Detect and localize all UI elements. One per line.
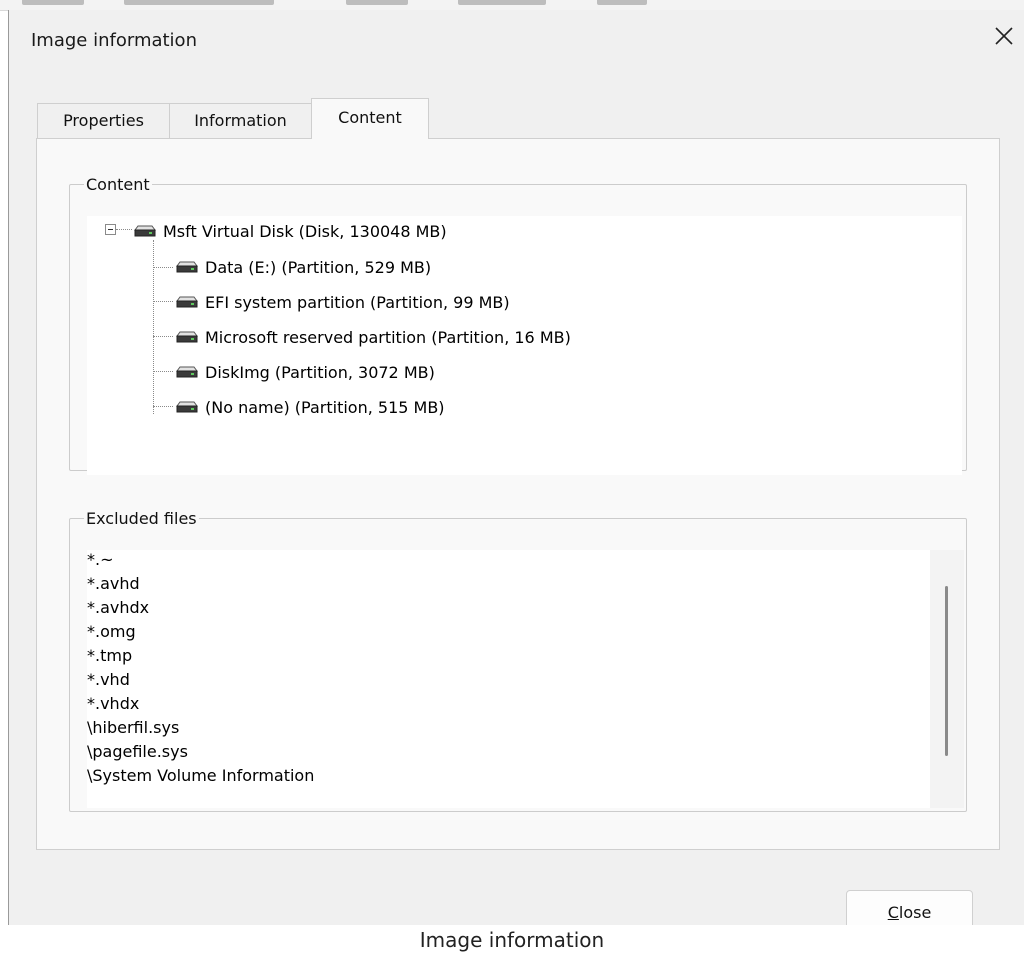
list-item[interactable]: \System Volume Information	[87, 764, 314, 788]
scrollbar-thumb[interactable]	[945, 586, 948, 756]
disk-icon	[176, 401, 198, 413]
list-item[interactable]: *.vhd	[87, 668, 130, 692]
list-item[interactable]: *.vhdx	[87, 692, 139, 716]
tree-node-partition[interactable]: Microsoft reserved partition (Partition,…	[175, 322, 571, 352]
list-item[interactable]: *.avhd	[87, 572, 140, 596]
excluded-files-group: Excluded files *.~ *.avhd *.avhdx *.omg …	[69, 509, 967, 812]
content-tab-panel: Content Msft Virtual Disk (Disk, 130048 …	[36, 138, 1000, 850]
list-item[interactable]: \pagefile.sys	[87, 740, 188, 764]
tree-node-label: Msft Virtual Disk (Disk, 130048 MB)	[163, 221, 447, 241]
excluded-files-legend: Excluded files	[86, 509, 197, 528]
close-icon[interactable]	[990, 22, 1018, 50]
collapse-toggle[interactable]	[105, 224, 116, 235]
tab-label: Information	[194, 111, 287, 130]
tree-node-partition[interactable]: Data (E:) (Partition, 529 MB)	[175, 252, 431, 282]
tab-label: Properties	[63, 111, 144, 130]
title-bar: Image information	[9, 10, 1024, 72]
image-information-dialog: Image information Properties Information…	[9, 10, 1024, 945]
screen: Image information Properties Information…	[0, 0, 1024, 955]
content-group-legend: Content	[86, 175, 150, 194]
tab-content[interactable]: Content	[311, 98, 429, 139]
tree-node-label: Data (E:) (Partition, 529 MB)	[205, 257, 432, 277]
tree-node-label: Microsoft reserved partition (Partition,…	[205, 327, 571, 347]
list-item[interactable]: *.avhdx	[87, 596, 149, 620]
disk-icon	[176, 296, 198, 308]
disk-icon	[176, 331, 198, 343]
tree-node-label: (No name) (Partition, 515 MB)	[205, 397, 445, 417]
disk-icon	[176, 261, 198, 273]
tree-node-disk[interactable]: Msft Virtual Disk (Disk, 130048 MB)	[133, 216, 447, 246]
tree-node-partition[interactable]: DiskImg (Partition, 3072 MB)	[175, 357, 435, 387]
close-mnemonic: C	[887, 903, 899, 922]
vertical-scrollbar[interactable]	[930, 550, 964, 808]
excluded-files-list[interactable]: *.~ *.avhd *.avhdx *.omg *.tmp *.vhd *.v…	[87, 550, 964, 808]
close-label-rest: lose	[898, 903, 932, 922]
dialog-title: Image information	[31, 30, 197, 51]
tree-node-label: EFI system partition (Partition, 99 MB)	[205, 292, 510, 312]
tab-properties[interactable]: Properties	[37, 103, 170, 138]
image-caption: Image information	[0, 925, 1024, 955]
disk-icon	[134, 225, 156, 237]
tab-label: Content	[338, 108, 402, 127]
list-item[interactable]: *.omg	[87, 620, 136, 644]
list-item[interactable]: *.tmp	[87, 644, 132, 668]
tree-node-partition[interactable]: (No name) (Partition, 515 MB)	[175, 392, 445, 422]
list-item[interactable]: *.~	[87, 550, 114, 572]
tab-information[interactable]: Information	[169, 103, 312, 138]
tree-node-partition[interactable]: EFI system partition (Partition, 99 MB)	[175, 287, 510, 317]
tree-node-label: DiskImg (Partition, 3072 MB)	[205, 362, 435, 382]
content-group: Content Msft Virtual Disk (Disk, 130048 …	[69, 175, 967, 475]
content-tree[interactable]: Msft Virtual Disk (Disk, 130048 MB) Data…	[87, 216, 962, 475]
list-item[interactable]: \hiberfil.sys	[87, 716, 179, 740]
disk-icon	[176, 366, 198, 378]
